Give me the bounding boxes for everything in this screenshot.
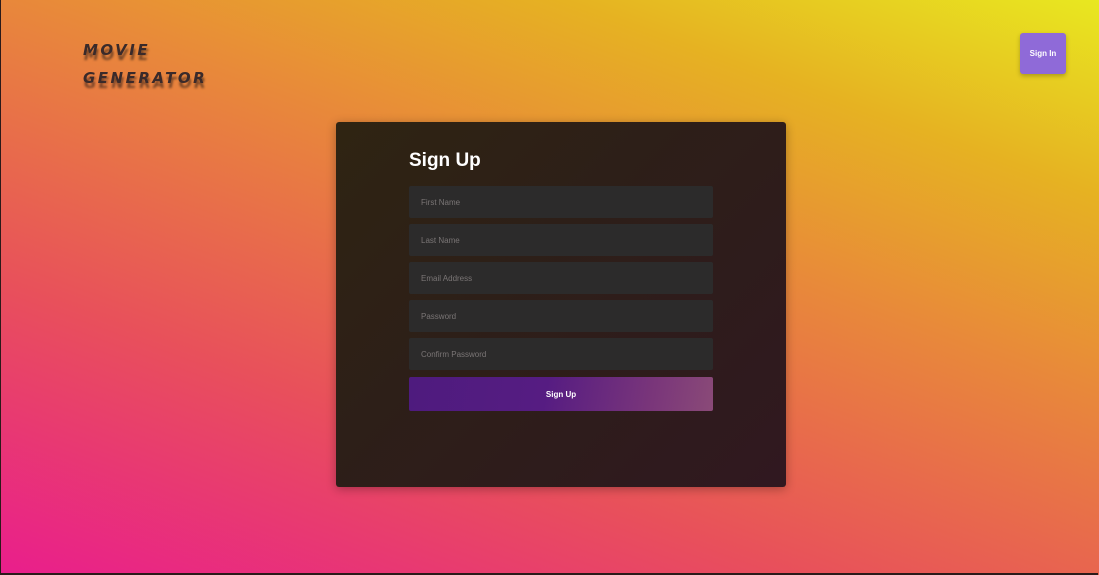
logo-line-1: MOVIE	[83, 41, 151, 59]
signup-title: Sign Up	[409, 150, 481, 171]
email-input[interactable]	[409, 262, 713, 294]
page: MOVIE GENERATOR Sign In Sign Up Sign Up	[0, 0, 1098, 575]
signup-card: Sign Up Sign Up	[336, 122, 786, 487]
sign-up-button[interactable]: Sign Up	[409, 377, 713, 411]
first-name-input[interactable]	[409, 186, 713, 218]
sign-in-button[interactable]: Sign In	[1020, 33, 1066, 74]
password-input[interactable]	[409, 300, 713, 332]
last-name-input[interactable]	[409, 224, 713, 256]
confirm-password-input[interactable]	[409, 338, 713, 370]
logo-line-2: GENERATOR	[83, 69, 208, 87]
logo: MOVIE GENERATOR	[83, 36, 208, 92]
